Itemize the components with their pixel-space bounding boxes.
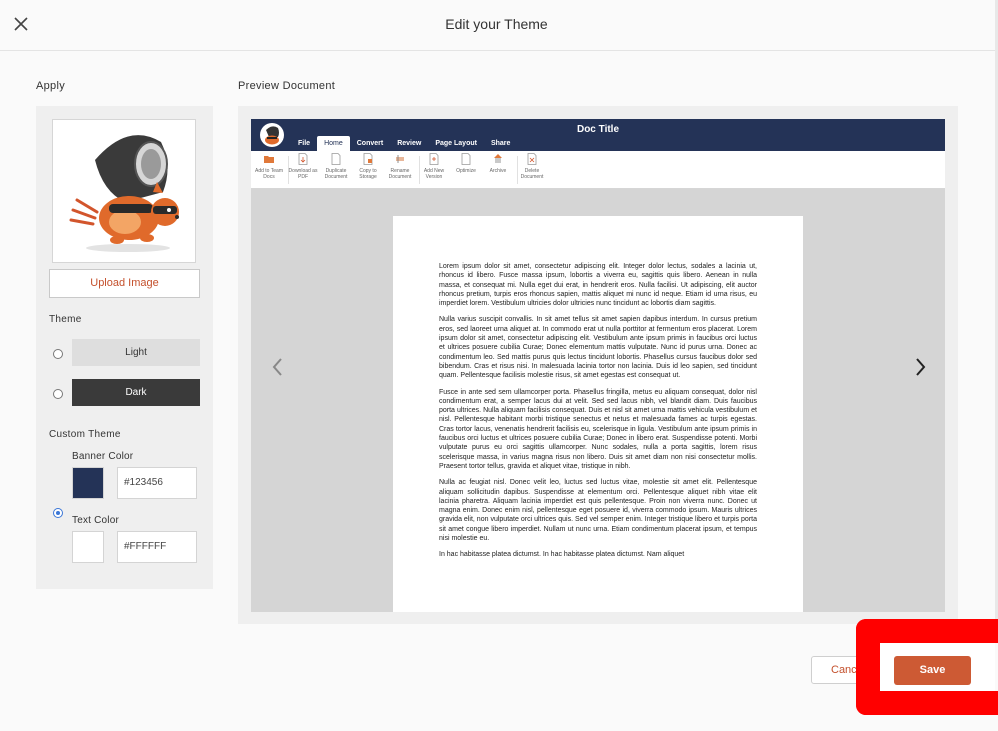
ribbon-add-to-team-docs[interactable]: Add to Team Docs xyxy=(252,153,286,180)
preview-panel: Doc Title File Home Convert Review Page … xyxy=(238,106,958,624)
document-page: Lorem ipsum dolor sit amet, consectetur … xyxy=(393,216,803,612)
save-button[interactable]: Save xyxy=(894,656,971,685)
apply-label: Apply xyxy=(36,80,66,92)
doc-title: Doc Title xyxy=(576,124,620,135)
document-paragraph: Nulla ac feugiat nisl. Donec velit leo, … xyxy=(439,479,757,543)
doc-banner: Doc Title File Home Convert Review Page … xyxy=(251,119,945,151)
ribbon-delete-document[interactable]: Delete Document xyxy=(515,153,549,180)
ribbon-duplicate-document[interactable]: Duplicate Document xyxy=(319,153,353,180)
folder-icon xyxy=(264,156,274,163)
light-theme-radio[interactable] xyxy=(53,349,63,359)
ribbon-label: Archive xyxy=(489,168,507,174)
copy-icon xyxy=(363,153,373,165)
upload-image-button[interactable]: Upload Image xyxy=(49,269,200,298)
ribbon-label: Delete Document xyxy=(520,168,544,180)
dark-theme-option[interactable]: Dark xyxy=(72,379,200,406)
dark-theme-radio[interactable] xyxy=(53,389,63,399)
rename-icon xyxy=(396,155,404,163)
custom-theme-radio[interactable] xyxy=(53,508,63,518)
delete-icon xyxy=(527,153,537,165)
archive-icon xyxy=(494,154,502,163)
preview-document-label: Preview Document xyxy=(238,80,336,92)
menu-tab-page-layout[interactable]: Page Layout xyxy=(428,136,484,151)
document-paragraph: Nulla varius suscipit convallis. In sit … xyxy=(439,316,757,380)
custom-theme-label: Custom Theme xyxy=(49,429,121,440)
banner-color-input[interactable]: #123456 xyxy=(117,467,197,499)
ribbon-optimize[interactable]: Optimize xyxy=(449,153,483,174)
ribbon-rename-document[interactable]: Rename Document xyxy=(383,153,417,180)
text-color-label: Text Color xyxy=(72,515,120,526)
ribbon-add-new-version[interactable]: Add New Version xyxy=(417,153,451,180)
document-paragraph: In hac habitasse platea dictumst. In hac… xyxy=(439,551,685,559)
chevron-right-icon[interactable] xyxy=(910,352,930,382)
ribbon-label: Optimize xyxy=(456,168,476,174)
optimize-icon xyxy=(461,153,471,165)
ribbon-label: Rename Document xyxy=(388,168,412,180)
preview-frame: Doc Title File Home Convert Review Page … xyxy=(251,119,945,612)
dialog-title: Edit your Theme xyxy=(445,16,548,32)
ribbon-copy-to-storage[interactable]: Copy to Storage xyxy=(351,153,385,180)
apply-panel: Upload Image Theme Light Dark Custom The… xyxy=(36,106,213,589)
edit-theme-dialog: Edit your Theme Apply Upload Image Theme… xyxy=(0,0,998,731)
download-icon xyxy=(298,153,308,165)
mascot-logo-image xyxy=(69,135,179,252)
menu-tab-review[interactable]: Review xyxy=(390,136,428,151)
ribbon-label: Add New Version xyxy=(423,168,445,180)
doc-ribbon: Add to Team Docs Download as PDF Duplica… xyxy=(251,151,945,189)
dialog-header: Edit your Theme xyxy=(0,0,998,51)
document-paragraph: Fusce in ante sed sem ullamcorper porta.… xyxy=(439,388,757,470)
chevron-left-icon[interactable] xyxy=(268,352,288,382)
ribbon-download-pdf[interactable]: Download as PDF xyxy=(286,153,320,180)
ribbon-label: Add to Team Docs xyxy=(255,168,283,180)
logo-preview[interactable] xyxy=(52,119,196,263)
duplicate-icon xyxy=(331,153,341,165)
ribbon-archive[interactable]: Archive xyxy=(481,153,515,174)
menu-tab-share[interactable]: Share xyxy=(484,136,517,151)
ribbon-label: Download as PDF xyxy=(288,168,318,180)
menu-tab-convert[interactable]: Convert xyxy=(350,136,390,151)
ribbon-label: Copy to Storage xyxy=(359,168,377,180)
light-theme-option[interactable]: Light xyxy=(72,339,200,366)
text-color-input[interactable]: #FFFFFF xyxy=(117,531,197,563)
ribbon-label: Duplicate Document xyxy=(324,168,348,180)
menu-tab-file[interactable]: File xyxy=(291,136,317,151)
banner-color-swatch[interactable] xyxy=(72,467,104,499)
banner-color-label: Banner Color xyxy=(72,451,134,462)
menu-tab-home[interactable]: Home xyxy=(317,136,350,151)
theme-label: Theme xyxy=(49,314,82,325)
add-version-icon xyxy=(429,153,439,165)
text-color-swatch[interactable] xyxy=(72,531,104,563)
document-paragraph: Lorem ipsum dolor sit amet, consectetur … xyxy=(439,263,757,308)
doc-menu-tabs: File Home Convert Review Page Layout Sha… xyxy=(291,136,517,151)
